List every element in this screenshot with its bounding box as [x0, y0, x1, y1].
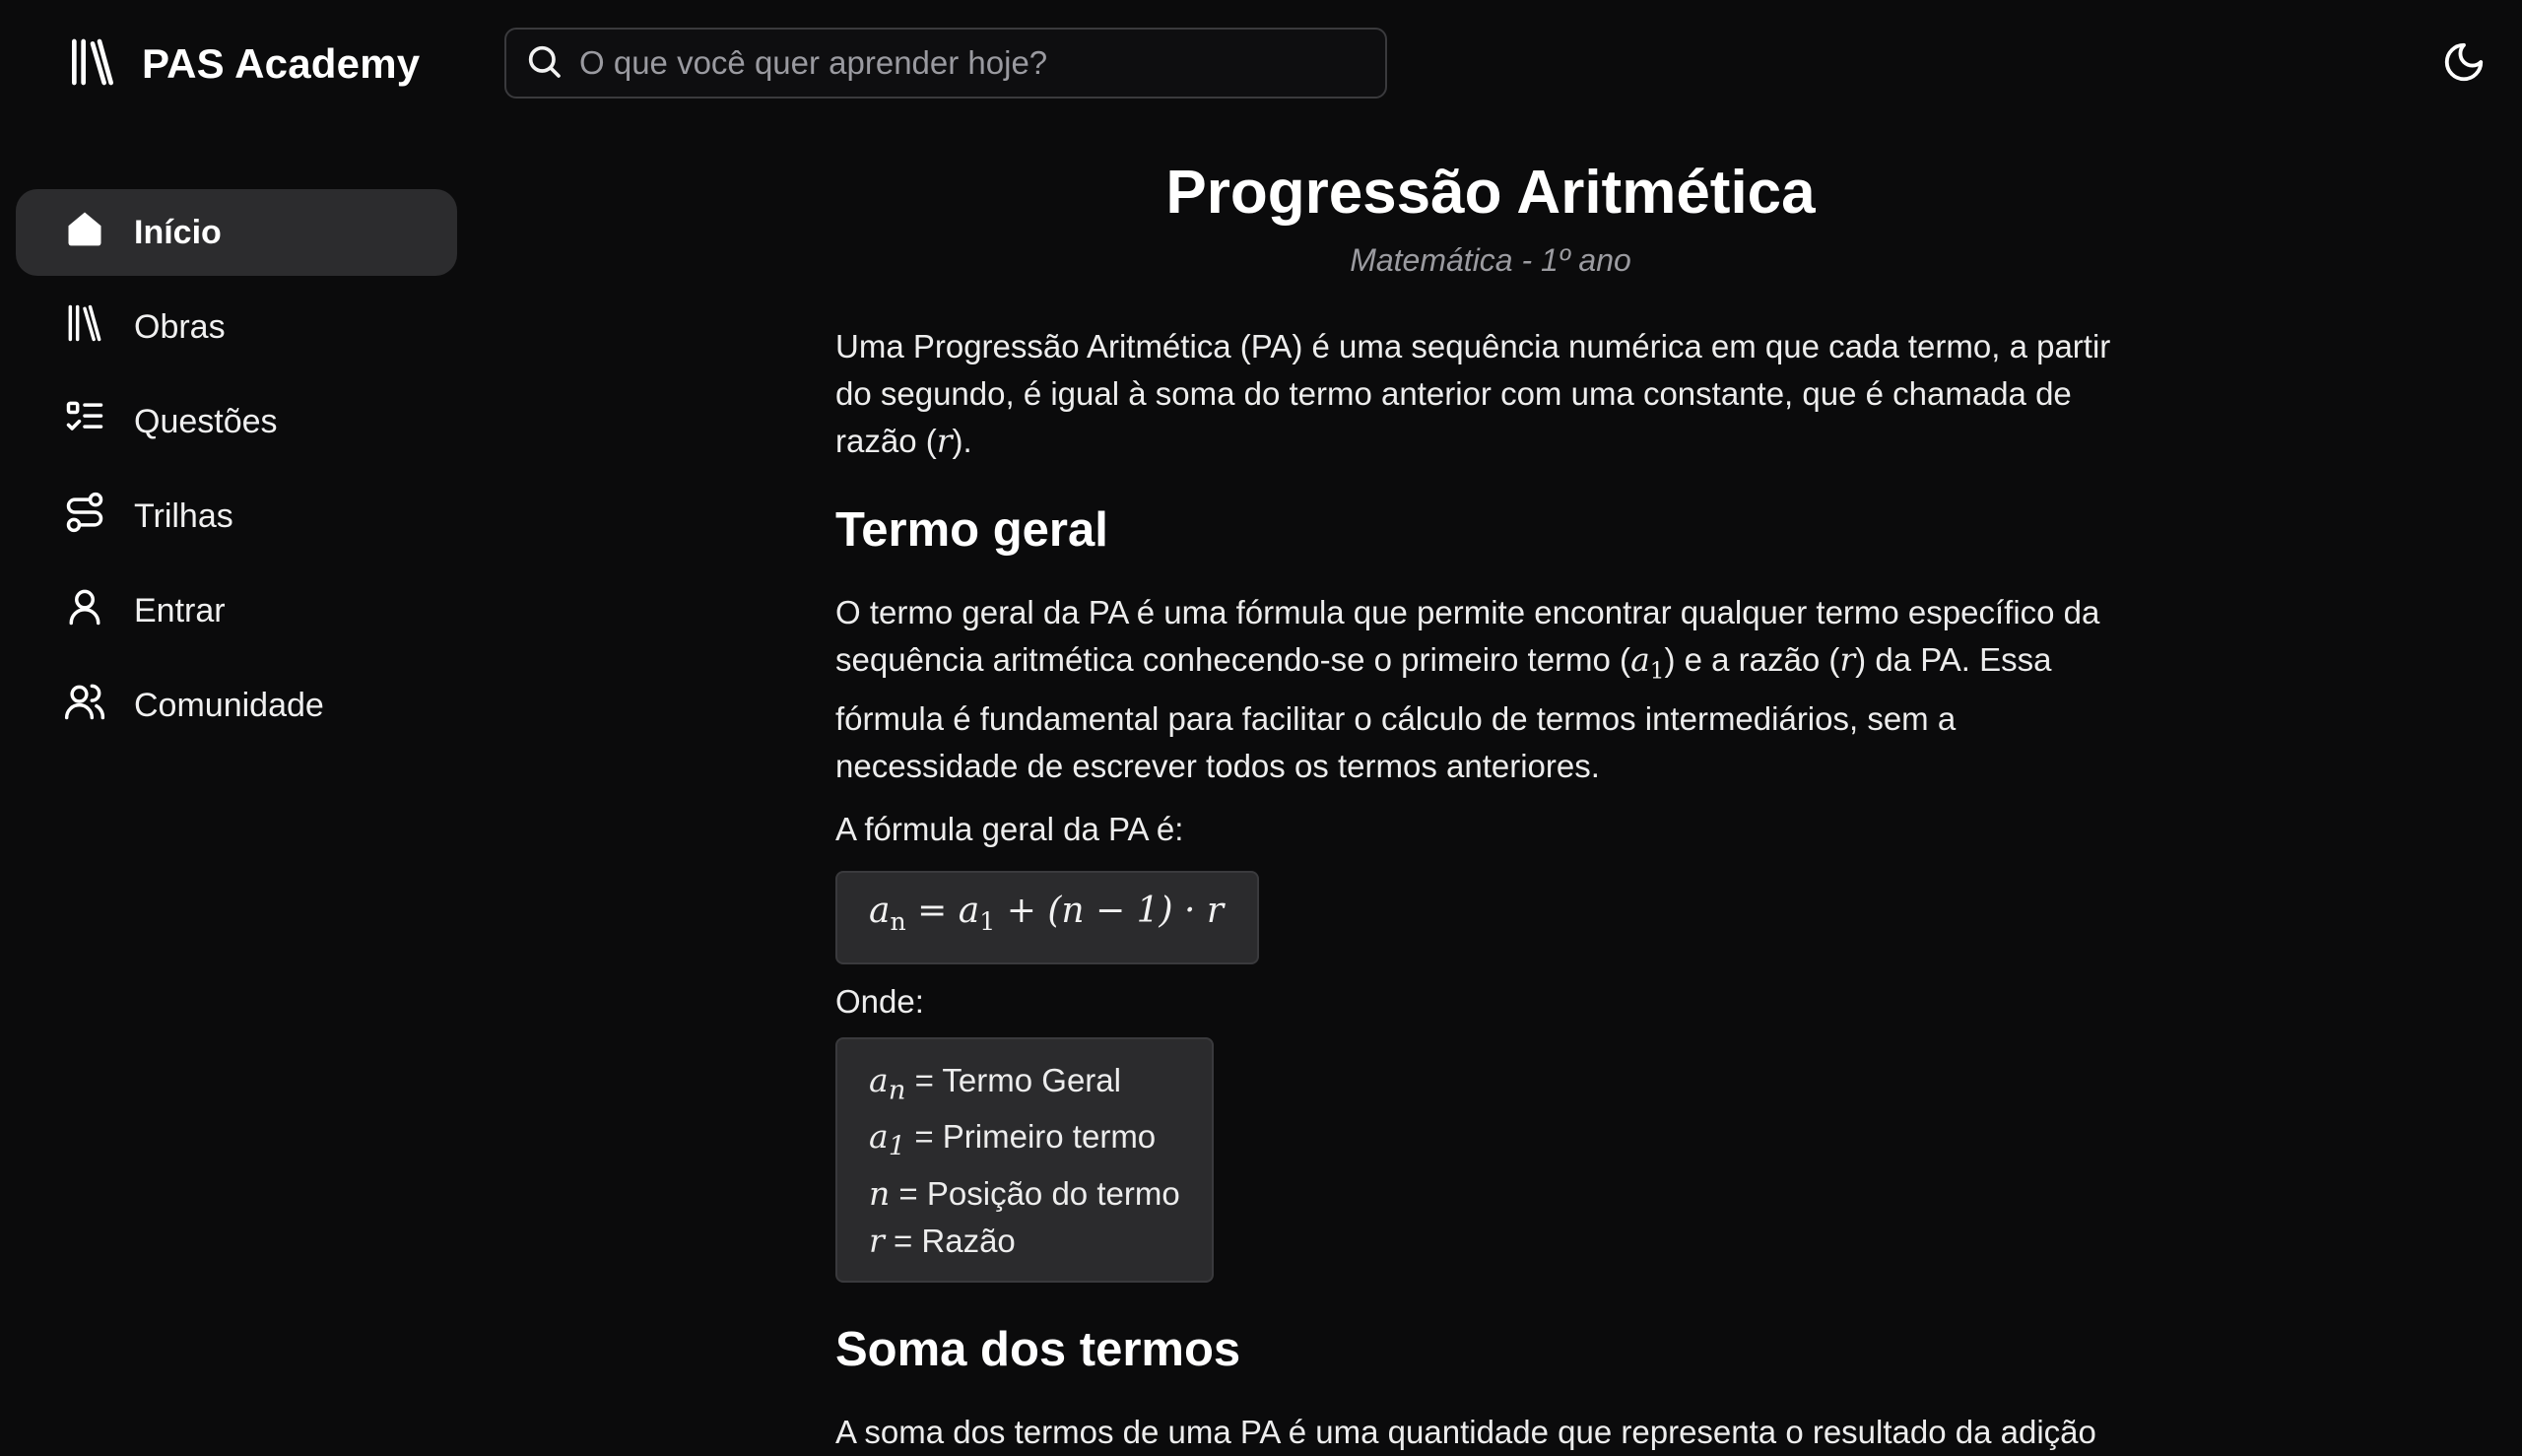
sidebar-item-label: Entrar: [134, 591, 226, 629]
legend-text: = Posição do termo: [890, 1174, 1180, 1212]
brand-name: PAS Academy: [142, 40, 421, 87]
legend-text: = Termo Geral: [905, 1061, 1121, 1098]
search-bar[interactable]: [504, 28, 1387, 99]
formula-sub-1: 1: [979, 906, 996, 936]
math-sub: 1: [1649, 658, 1665, 685]
legend-symbol: r: [869, 1221, 885, 1260]
legend-sub: 1: [888, 1130, 906, 1162]
termo-geral-paragraph: O termo geral da PA é uma fórmula que pe…: [835, 589, 2146, 790]
sidebar-item-obras[interactable]: Obras: [16, 284, 457, 370]
legend-box: an = Termo Geral a1 = Primeiro termo n =…: [835, 1036, 1214, 1283]
sidebar-item-questoes[interactable]: Questões: [16, 378, 457, 465]
sidebar-item-label: Comunidade: [134, 686, 324, 724]
search-icon: [524, 41, 564, 86]
list-checks-icon: [63, 396, 106, 448]
formula-rest: + (n − 1) · r: [995, 890, 1225, 931]
library-icon: [65, 34, 120, 95]
section-heading-soma: Soma dos termos: [835, 1322, 1241, 1376]
search-input[interactable]: [579, 30, 1385, 97]
math-a1: a1: [1630, 640, 1664, 685]
legend-row: n = Posição do termo: [869, 1170, 1180, 1218]
formula-box: an = a1 + (n − 1) · r: [835, 870, 1260, 964]
math-r: r: [936, 422, 953, 460]
top-bar: PAS Academy: [0, 0, 2522, 128]
user-icon: [63, 585, 106, 637]
legend-symbol: n: [869, 1173, 891, 1213]
legend-symbol: a: [869, 1060, 889, 1099]
math-a: a: [1630, 640, 1650, 679]
sidebar-item-trilhas[interactable]: Trilhas: [16, 473, 457, 560]
formula-an: a: [869, 890, 891, 931]
legend-row: r = Razão: [869, 1218, 1180, 1265]
termo-text-2: ) e a razão (: [1664, 641, 1840, 678]
formula-sub-n: n: [890, 906, 906, 936]
onde-label: Onde:: [835, 982, 924, 1020]
sidebar-item-label: Início: [134, 213, 222, 251]
soma-paragraph: A soma dos termos de uma PA é uma quanti…: [835, 1413, 2096, 1450]
legend-symbol: a: [869, 1117, 889, 1157]
users-icon: [63, 680, 106, 732]
page-subtitle: Matemática - 1º ano: [1350, 242, 1631, 278]
brand-logo-link[interactable]: PAS Academy: [65, 33, 420, 95]
intro-text-end: ).: [952, 423, 972, 459]
legend-text: = Razão: [884, 1222, 1016, 1259]
intro-paragraph: Uma Progressão Aritmética (PA) é uma seq…: [835, 323, 2146, 465]
theme-toggle-button[interactable]: [2437, 37, 2490, 91]
intro-text: Uma Progressão Aritmética (PA) é uma seq…: [835, 328, 2111, 459]
sidebar-item-label: Questões: [134, 402, 278, 440]
sidebar-item-label: Trilhas: [134, 496, 233, 535]
legend-text: = Primeiro termo: [905, 1118, 1157, 1156]
article-content: Progressão Aritmética Matemática - 1º an…: [835, 148, 2146, 1456]
formula-equals: =: [905, 890, 959, 931]
formula-a1: a: [958, 890, 980, 931]
route-icon: [63, 491, 106, 543]
legend-row: an = Termo Geral: [869, 1057, 1180, 1114]
sidebar-item-comunidade[interactable]: Comunidade: [16, 662, 457, 749]
library-icon: [63, 301, 106, 354]
sidebar-item-entrar[interactable]: Entrar: [16, 567, 457, 654]
legend-row: a1 = Primeiro termo: [869, 1113, 1180, 1170]
section-heading-termo-geral: Termo geral: [835, 503, 1108, 557]
sidebar-nav: Início Obras Questões Trilhas Entrar Com…: [16, 189, 457, 757]
legend-sub: n: [888, 1074, 906, 1106]
page-title: Progressão Aritmética: [1165, 159, 1816, 227]
home-icon: [63, 207, 106, 259]
math-r: r: [1839, 640, 1856, 679]
sidebar-item-inicio[interactable]: Início: [16, 189, 457, 276]
moon-icon: [2441, 39, 2487, 90]
sidebar-item-label: Obras: [134, 307, 226, 346]
formula-intro: A fórmula geral da PA é:: [835, 810, 1184, 847]
